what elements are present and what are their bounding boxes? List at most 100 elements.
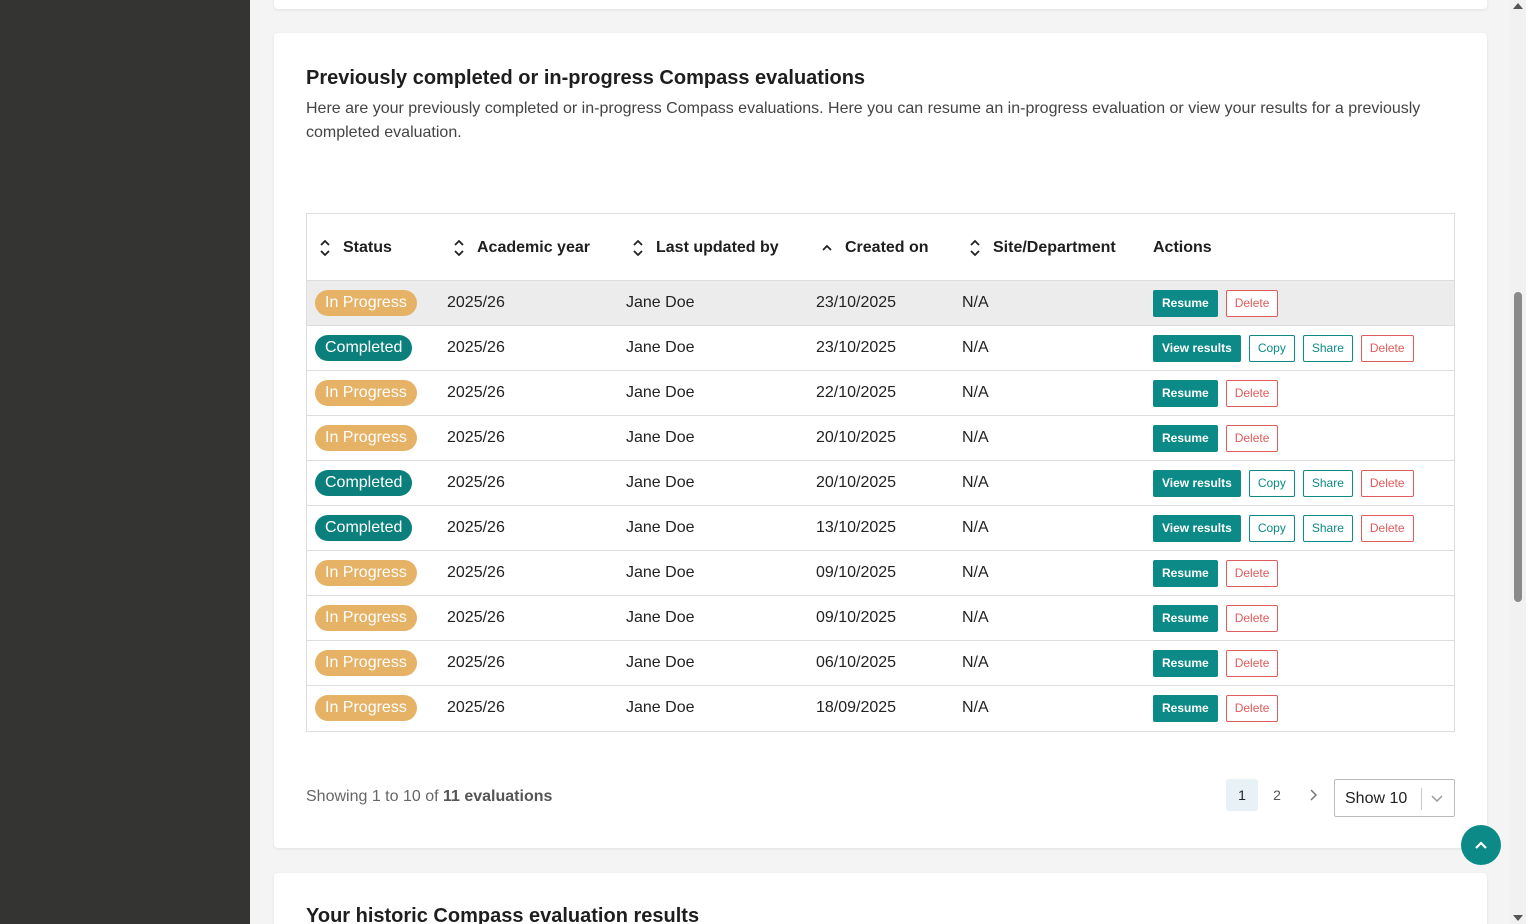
actions-cell: View results Copy Share Delete	[1153, 506, 1422, 550]
last-updated-by-cell: Jane Doe	[626, 429, 695, 446]
view-results-button[interactable]: View results	[1153, 334, 1241, 362]
actions-cell: Resume Delete	[1153, 281, 1286, 325]
select-divider	[1421, 788, 1422, 810]
column-actions-label: Actions	[1153, 238, 1212, 256]
resume-button[interactable]: Resume	[1153, 424, 1218, 452]
status-cell: In Progress	[315, 551, 417, 595]
page-1-button[interactable]: 1	[1226, 779, 1258, 811]
delete-button[interactable]: Delete	[1360, 334, 1414, 362]
created-on-cell: 20/10/2025	[816, 474, 897, 491]
delete-button[interactable]: Delete	[1225, 424, 1279, 452]
column-last-updated-by-label: Last updated by	[656, 238, 779, 256]
created-on-cell: 13/10/2025	[816, 519, 897, 536]
scrollbar-thumb[interactable]	[1514, 292, 1522, 602]
last-updated-by-cell: Jane Doe	[626, 609, 695, 626]
academic-year-cell: 2025/26	[447, 519, 505, 536]
sort-icon	[453, 238, 465, 258]
scroll-up-icon[interactable]	[1513, 3, 1523, 9]
status-badge: Completed	[315, 335, 413, 361]
status-badge: In Progress	[315, 605, 417, 631]
created-on-cell: 22/10/2025	[816, 384, 897, 401]
sidebar	[0, 0, 250, 924]
sort-icon	[632, 238, 644, 258]
table-header: Status Academic year Last updated by Cre…	[307, 214, 1454, 281]
actions-cell: Resume Delete	[1153, 371, 1286, 415]
share-button[interactable]: Share	[1302, 514, 1353, 542]
section-description: Here are your previously completed or in…	[306, 100, 1421, 141]
view-results-button[interactable]: View results	[1153, 469, 1241, 497]
delete-button[interactable]: Delete	[1225, 379, 1279, 407]
created-on-cell: 20/10/2025	[816, 429, 897, 446]
evaluations-table: Status Academic year Last updated by Cre…	[306, 213, 1455, 732]
academic-year-cell: 2025/26	[447, 609, 505, 626]
last-updated-by-cell: Jane Doe	[626, 654, 695, 671]
page-2-button[interactable]: 2	[1261, 779, 1293, 811]
column-created-on[interactable]: Created on	[821, 214, 929, 281]
table-row: In Progress 2025/26 Jane Doe 06/10/2025 N/A R…	[307, 641, 1454, 686]
page-size-select[interactable]: Show 10	[1334, 779, 1455, 817]
scroll-down-icon[interactable]	[1513, 915, 1523, 921]
table-row: In Progress 2025/26 Jane Doe 23/10/2025 N/A R…	[307, 281, 1454, 326]
status-cell: Completed	[315, 326, 413, 370]
table-row: Completed 2025/26 Jane Doe 13/10/2025 N/A Vie…	[307, 506, 1454, 551]
delete-button[interactable]: Delete	[1225, 289, 1279, 317]
column-site[interactable]: Site/Department	[969, 214, 1116, 281]
next-page-button[interactable]	[1297, 779, 1329, 811]
resume-button[interactable]: Resume	[1153, 379, 1218, 407]
column-status[interactable]: Status	[319, 214, 392, 281]
previous-card	[274, 0, 1487, 9]
academic-year-cell: 2025/26	[447, 294, 505, 311]
resume-button[interactable]: Resume	[1153, 604, 1218, 632]
created-on-cell: 23/10/2025	[816, 339, 897, 356]
status-badge: In Progress	[315, 560, 417, 586]
view-results-button[interactable]: View results	[1153, 514, 1241, 542]
delete-button[interactable]: Delete	[1225, 649, 1279, 677]
actions-cell: Resume Delete	[1153, 416, 1286, 460]
column-site-label: Site/Department	[993, 238, 1116, 256]
status-cell: In Progress	[315, 686, 417, 730]
status-badge: In Progress	[315, 290, 417, 316]
created-on-cell: 23/10/2025	[816, 294, 897, 311]
resume-button[interactable]: Resume	[1153, 694, 1218, 722]
table-body: In Progress 2025/26 Jane Doe 23/10/2025 N/A R…	[307, 281, 1454, 731]
delete-button[interactable]: Delete	[1360, 469, 1414, 497]
delete-button[interactable]: Delete	[1225, 559, 1279, 587]
site-cell: N/A	[962, 564, 989, 581]
actions-cell: Resume Delete	[1153, 686, 1286, 730]
back-to-top-button[interactable]	[1461, 825, 1501, 865]
copy-button[interactable]: Copy	[1248, 469, 1295, 497]
scrollbar[interactable]	[1510, 0, 1526, 924]
column-actions: Actions	[1153, 214, 1212, 281]
table-row: In Progress 2025/26 Jane Doe 20/10/2025 N/A R…	[307, 416, 1454, 461]
site-cell: N/A	[962, 339, 989, 356]
table-row: Completed 2025/26 Jane Doe 20/10/2025 N/A Vie…	[307, 461, 1454, 506]
delete-button[interactable]: Delete	[1360, 514, 1414, 542]
column-last-updated-by[interactable]: Last updated by	[632, 214, 779, 281]
chevron-down-icon	[1431, 795, 1443, 803]
site-cell: N/A	[962, 654, 989, 671]
academic-year-cell: 2025/26	[447, 654, 505, 671]
status-cell: In Progress	[315, 281, 417, 325]
column-academic-year[interactable]: Academic year	[453, 214, 590, 281]
status-badge: Completed	[315, 515, 413, 541]
share-button[interactable]: Share	[1302, 334, 1353, 362]
resume-button[interactable]: Resume	[1153, 649, 1218, 677]
status-badge: In Progress	[315, 695, 417, 721]
section-title: Previously completed or in-progress Comp…	[306, 67, 866, 89]
last-updated-by-cell: Jane Doe	[626, 384, 695, 401]
delete-button[interactable]: Delete	[1225, 694, 1279, 722]
status-badge: In Progress	[315, 650, 417, 676]
resume-button[interactable]: Resume	[1153, 559, 1218, 587]
evaluations-card: Previously completed or in-progress Comp…	[274, 33, 1487, 848]
status-cell: In Progress	[315, 641, 417, 685]
resume-button[interactable]: Resume	[1153, 289, 1218, 317]
share-button[interactable]: Share	[1302, 469, 1353, 497]
status-cell: In Progress	[315, 596, 417, 640]
copy-button[interactable]: Copy	[1248, 514, 1295, 542]
table-row: In Progress 2025/26 Jane Doe 22/10/2025 N/A R…	[307, 371, 1454, 416]
site-cell: N/A	[962, 699, 989, 716]
column-created-on-label: Created on	[845, 238, 929, 256]
copy-button[interactable]: Copy	[1248, 334, 1295, 362]
academic-year-cell: 2025/26	[447, 339, 505, 356]
delete-button[interactable]: Delete	[1225, 604, 1279, 632]
